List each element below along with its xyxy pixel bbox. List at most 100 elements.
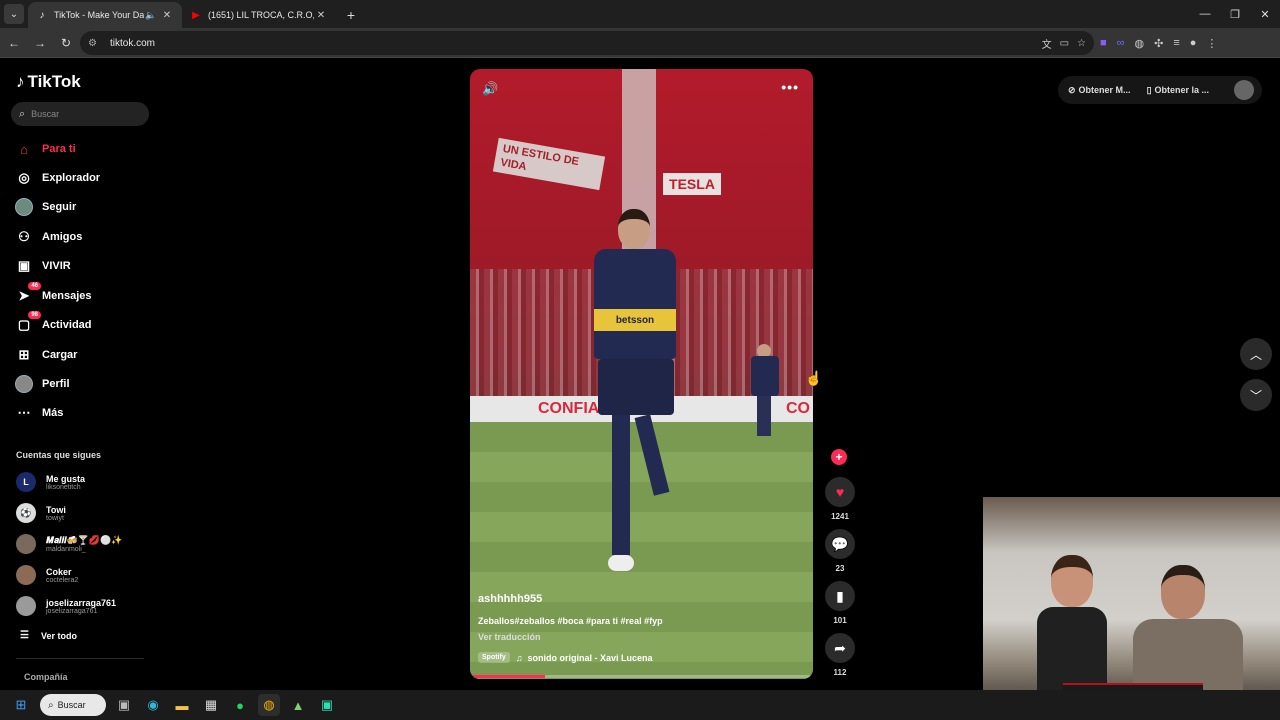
speaker-icon[interactable]: 🔈 <box>144 10 158 21</box>
edge-icon[interactable]: ◉ <box>142 694 164 716</box>
file-explorer-icon[interactable]: ▬ <box>171 694 193 716</box>
task-view-icon[interactable]: ▣ <box>113 694 135 716</box>
account-handle: coctelera2 <box>46 576 79 584</box>
share-button[interactable]: ➦ 112 <box>823 633 857 677</box>
get-app-button[interactable]: ▯ Obtener la ... <box>1147 85 1209 96</box>
tiktok-sidebar: ♪ TikTok ⌕ Buscar ⌂ Para ti ◎ Explorador… <box>0 58 160 688</box>
nav-label: Más <box>42 407 64 419</box>
spotify-tag[interactable]: Spotify <box>478 652 510 663</box>
translate-icon[interactable]: 文 <box>1042 36 1052 51</box>
nav-explore[interactable]: ◎ Explorador <box>15 167 100 189</box>
back-icon[interactable]: ← <box>2 31 26 55</box>
nav-more[interactable]: ⋯ Más <box>15 402 64 424</box>
company-link[interactable]: Compañía <box>24 672 68 682</box>
forward-icon[interactable]: → <box>28 31 52 55</box>
nav-upload[interactable]: ⊞ Cargar <box>15 344 78 366</box>
taskbar-search[interactable]: ⌕ Buscar <box>40 694 106 716</box>
close-window-icon[interactable]: ✕ <box>1250 0 1280 28</box>
windows-start-icon[interactable]: ⊞ <box>10 694 32 716</box>
follow-plus-button[interactable]: + <box>831 449 847 465</box>
new-tab-button[interactable]: + <box>340 4 362 26</box>
account-name: Towi <box>46 504 66 515</box>
video-player[interactable]: UN ESTILO DE VIDA TESLA CONFIA CO betsson… <box>470 69 813 679</box>
comment-count: 23 <box>835 564 845 573</box>
nav-live[interactable]: ▣ VIVIR <box>15 255 71 277</box>
profile-avatar-icon[interactable]: ● <box>1190 37 1197 49</box>
see-all-label: Ver todo <box>40 630 77 641</box>
following-account[interactable]: 𝑴𝒂𝒊𝒊𝒊🍻🍸💋⚪✨ maldanmoli_ <box>16 532 123 556</box>
get-pc-app-button[interactable]: ⊘ Obtener M... <box>1068 85 1131 96</box>
extension-icon[interactable]: ◍ <box>1135 37 1145 50</box>
app-icon[interactable]: ▣ <box>316 694 338 716</box>
chevron-down-icon: ﹀ <box>1249 388 1262 403</box>
more-options-icon[interactable]: ••• <box>781 79 799 95</box>
list-icon: ☰ <box>20 630 29 641</box>
following-account[interactable]: joselizarraga761 joselizarraga761 <box>16 594 116 618</box>
extension-icon[interactable]: ■ <box>1100 37 1107 49</box>
music-row[interactable]: Spotify ♫ sonido original - Xavi Lucena <box>478 652 798 663</box>
nav-activity[interactable]: ▢ 98 Actividad <box>15 311 92 336</box>
previous-video-button[interactable]: ︿ <box>1240 338 1272 370</box>
site-info-icon[interactable]: ⚙ <box>88 38 102 49</box>
avatar: ⚽ <box>16 503 36 523</box>
compass-icon: ◎ <box>18 170 30 185</box>
pc-icon: ⊘ <box>1068 84 1076 95</box>
tab-title: (1651) LIL TROCA, C.R.O, LUCH… <box>208 10 314 20</box>
video-progress-bar[interactable] <box>470 675 813 678</box>
volume-icon[interactable]: 🔊 <box>482 81 498 97</box>
reading-list-icon[interactable]: ≡ <box>1173 37 1179 49</box>
user-avatar[interactable] <box>1234 80 1254 100</box>
tab-search-button[interactable]: ⌄ <box>4 4 24 24</box>
spotify-icon[interactable]: ● <box>229 694 251 716</box>
restore-icon[interactable]: ❐ <box>1220 0 1250 28</box>
tab-youtube[interactable]: ▶ (1651) LIL TROCA, C.R.O, LUCH… ✕ <box>182 2 336 28</box>
avatar <box>16 565 36 585</box>
tiktok-note-icon: ♪ <box>16 72 25 91</box>
reload-icon[interactable]: ↻ <box>54 31 78 55</box>
following-account[interactable]: ⚽ Towi towiyt <box>16 501 66 525</box>
nav-label: Perfil <box>42 378 70 390</box>
search-icon: ⌕ <box>48 699 54 711</box>
save-button[interactable]: ▮ 101 <box>823 581 857 625</box>
search-input[interactable]: ⌕ Buscar <box>11 102 149 126</box>
next-video-button[interactable]: ﹀ <box>1240 379 1272 411</box>
bookmark-star-icon[interactable]: ☆ <box>1077 38 1086 49</box>
following-account[interactable]: Coker coctelera2 <box>16 563 78 587</box>
avatar-icon <box>15 198 33 216</box>
chrome-icon[interactable]: ◍ <box>258 694 280 716</box>
close-tab-icon[interactable]: ✕ <box>160 10 174 21</box>
like-button[interactable]: ♥ 1241 <box>823 477 857 521</box>
extension-icon[interactable]: ∞ <box>1117 37 1125 49</box>
puzzle-icon[interactable]: ✣ <box>1154 37 1163 50</box>
url-text: tiktok.com <box>110 37 156 49</box>
minimize-icon[interactable]: — <box>1190 0 1220 28</box>
cast-icon[interactable]: ▭ <box>1060 38 1069 49</box>
nav-messages[interactable]: ➤ 46 Mensajes <box>15 282 92 307</box>
nav-label: Amigos <box>42 231 83 243</box>
account-handle: liksonetitch <box>46 483 81 491</box>
share-count: 112 <box>833 668 847 677</box>
video-username[interactable]: ashhhhh955 <box>478 593 798 605</box>
see-all-link[interactable]: ☰ Ver todo <box>20 630 77 641</box>
close-tab-icon[interactable]: ✕ <box>314 10 328 21</box>
store-icon[interactable]: ▦ <box>200 694 222 716</box>
nav-profile[interactable]: Perfil <box>15 373 70 395</box>
chevron-up-icon: ︿ <box>1249 347 1262 362</box>
following-account[interactable]: L Me gusta liksonetitch <box>16 470 85 494</box>
translate-link[interactable]: Ver traducción <box>478 632 798 642</box>
logo-text: TikTok <box>27 72 81 91</box>
nav-following[interactable]: Seguir <box>15 196 76 218</box>
browser-toolbar: ← → ↻ ⚙ tiktok.com 文 ▭ ☆ ■ ∞ ◍ ✣ ≡ ● ⋮ <box>0 28 1280 58</box>
heart-icon: ♥ <box>825 477 855 507</box>
tab-tiktok[interactable]: ♪ TikTok - Make Your Day 🔈 ✕ <box>28 2 182 28</box>
account-handle: maldanmoli_ <box>46 546 86 553</box>
comment-button[interactable]: 💬 23 <box>823 529 857 573</box>
friends-icon: ⚇ <box>18 229 30 244</box>
menu-kebab-icon[interactable]: ⋮ <box>1206 37 1217 50</box>
tiktok-logo[interactable]: ♪ TikTok <box>16 72 81 92</box>
nav-friends[interactable]: ⚇ Amigos <box>15 226 82 248</box>
address-bar[interactable]: ⚙ tiktok.com 文 ▭ ☆ <box>80 31 1094 55</box>
app-icon[interactable]: ▲ <box>287 694 309 716</box>
nav-for-you[interactable]: ⌂ Para ti <box>15 138 76 160</box>
main-player: betsson <box>580 209 690 599</box>
